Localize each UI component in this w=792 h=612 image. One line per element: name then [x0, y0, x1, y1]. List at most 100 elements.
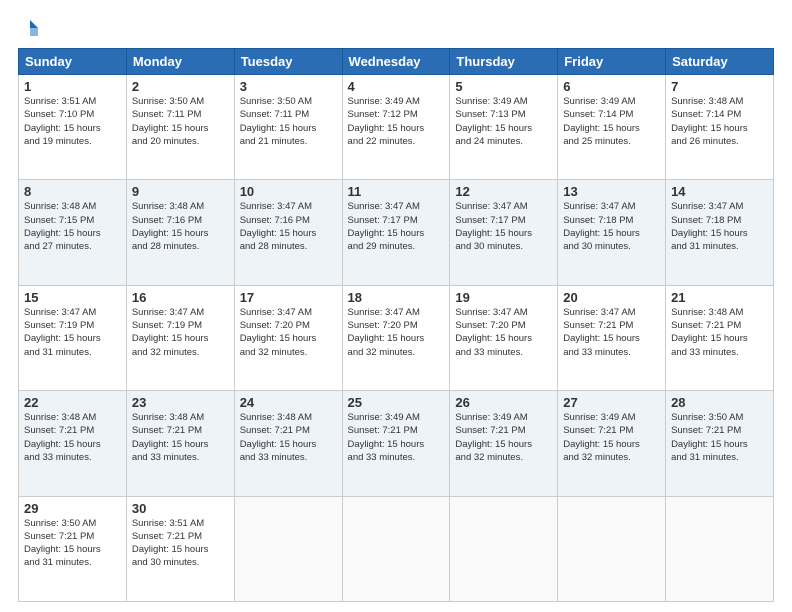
calendar-cell: 27Sunrise: 3:49 AM Sunset: 7:21 PM Dayli… [558, 391, 666, 496]
day-info: Sunrise: 3:47 AM Sunset: 7:19 PM Dayligh… [132, 306, 229, 359]
calendar-cell [558, 496, 666, 601]
day-number: 15 [24, 290, 121, 305]
calendar-cell: 29Sunrise: 3:50 AM Sunset: 7:21 PM Dayli… [19, 496, 127, 601]
calendar-cell: 5Sunrise: 3:49 AM Sunset: 7:13 PM Daylig… [450, 75, 558, 180]
week-row-3: 15Sunrise: 3:47 AM Sunset: 7:19 PM Dayli… [19, 285, 774, 390]
calendar-cell: 25Sunrise: 3:49 AM Sunset: 7:21 PM Dayli… [342, 391, 450, 496]
day-number: 10 [240, 184, 337, 199]
day-info: Sunrise: 3:47 AM Sunset: 7:19 PM Dayligh… [24, 306, 121, 359]
day-number: 27 [563, 395, 660, 410]
day-number: 11 [348, 184, 445, 199]
day-info: Sunrise: 3:49 AM Sunset: 7:13 PM Dayligh… [455, 95, 552, 148]
header-row: Sunday Monday Tuesday Wednesday Thursday… [19, 49, 774, 75]
day-info: Sunrise: 3:47 AM Sunset: 7:20 PM Dayligh… [348, 306, 445, 359]
calendar-cell: 22Sunrise: 3:48 AM Sunset: 7:21 PM Dayli… [19, 391, 127, 496]
day-info: Sunrise: 3:48 AM Sunset: 7:14 PM Dayligh… [671, 95, 768, 148]
day-info: Sunrise: 3:48 AM Sunset: 7:21 PM Dayligh… [671, 306, 768, 359]
day-info: Sunrise: 3:51 AM Sunset: 7:10 PM Dayligh… [24, 95, 121, 148]
day-info: Sunrise: 3:51 AM Sunset: 7:21 PM Dayligh… [132, 517, 229, 570]
day-number: 9 [132, 184, 229, 199]
calendar-cell: 30Sunrise: 3:51 AM Sunset: 7:21 PM Dayli… [126, 496, 234, 601]
calendar-cell: 2Sunrise: 3:50 AM Sunset: 7:11 PM Daylig… [126, 75, 234, 180]
day-number: 25 [348, 395, 445, 410]
day-info: Sunrise: 3:47 AM Sunset: 7:20 PM Dayligh… [240, 306, 337, 359]
day-number: 30 [132, 501, 229, 516]
col-monday: Monday [126, 49, 234, 75]
day-number: 13 [563, 184, 660, 199]
calendar-cell [342, 496, 450, 601]
day-number: 7 [671, 79, 768, 94]
day-info: Sunrise: 3:47 AM Sunset: 7:18 PM Dayligh… [671, 200, 768, 253]
calendar-cell: 19Sunrise: 3:47 AM Sunset: 7:20 PM Dayli… [450, 285, 558, 390]
calendar-cell: 28Sunrise: 3:50 AM Sunset: 7:21 PM Dayli… [666, 391, 774, 496]
day-info: Sunrise: 3:50 AM Sunset: 7:11 PM Dayligh… [132, 95, 229, 148]
day-info: Sunrise: 3:47 AM Sunset: 7:17 PM Dayligh… [455, 200, 552, 253]
calendar-cell [666, 496, 774, 601]
calendar-cell: 24Sunrise: 3:48 AM Sunset: 7:21 PM Dayli… [234, 391, 342, 496]
day-number: 12 [455, 184, 552, 199]
day-number: 16 [132, 290, 229, 305]
calendar-cell [450, 496, 558, 601]
day-info: Sunrise: 3:48 AM Sunset: 7:21 PM Dayligh… [240, 411, 337, 464]
calendar-cell: 26Sunrise: 3:49 AM Sunset: 7:21 PM Dayli… [450, 391, 558, 496]
day-number: 14 [671, 184, 768, 199]
day-info: Sunrise: 3:47 AM Sunset: 7:17 PM Dayligh… [348, 200, 445, 253]
day-number: 5 [455, 79, 552, 94]
calendar-cell [234, 496, 342, 601]
day-number: 17 [240, 290, 337, 305]
col-friday: Friday [558, 49, 666, 75]
calendar-cell: 1Sunrise: 3:51 AM Sunset: 7:10 PM Daylig… [19, 75, 127, 180]
calendar-cell: 23Sunrise: 3:48 AM Sunset: 7:21 PM Dayli… [126, 391, 234, 496]
day-number: 3 [240, 79, 337, 94]
day-info: Sunrise: 3:49 AM Sunset: 7:21 PM Dayligh… [455, 411, 552, 464]
header [18, 18, 774, 38]
calendar-cell: 10Sunrise: 3:47 AM Sunset: 7:16 PM Dayli… [234, 180, 342, 285]
calendar-cell: 11Sunrise: 3:47 AM Sunset: 7:17 PM Dayli… [342, 180, 450, 285]
day-number: 19 [455, 290, 552, 305]
day-number: 2 [132, 79, 229, 94]
calendar-cell: 18Sunrise: 3:47 AM Sunset: 7:20 PM Dayli… [342, 285, 450, 390]
day-info: Sunrise: 3:48 AM Sunset: 7:16 PM Dayligh… [132, 200, 229, 253]
day-info: Sunrise: 3:47 AM Sunset: 7:21 PM Dayligh… [563, 306, 660, 359]
col-sunday: Sunday [19, 49, 127, 75]
day-info: Sunrise: 3:48 AM Sunset: 7:21 PM Dayligh… [132, 411, 229, 464]
week-row-4: 22Sunrise: 3:48 AM Sunset: 7:21 PM Dayli… [19, 391, 774, 496]
day-info: Sunrise: 3:49 AM Sunset: 7:21 PM Dayligh… [348, 411, 445, 464]
col-thursday: Thursday [450, 49, 558, 75]
calendar-cell: 14Sunrise: 3:47 AM Sunset: 7:18 PM Dayli… [666, 180, 774, 285]
day-info: Sunrise: 3:47 AM Sunset: 7:20 PM Dayligh… [455, 306, 552, 359]
day-number: 6 [563, 79, 660, 94]
logo-icon [20, 18, 40, 38]
logo [18, 18, 40, 38]
calendar-cell: 21Sunrise: 3:48 AM Sunset: 7:21 PM Dayli… [666, 285, 774, 390]
calendar-cell: 16Sunrise: 3:47 AM Sunset: 7:19 PM Dayli… [126, 285, 234, 390]
day-info: Sunrise: 3:49 AM Sunset: 7:14 PM Dayligh… [563, 95, 660, 148]
day-info: Sunrise: 3:50 AM Sunset: 7:21 PM Dayligh… [671, 411, 768, 464]
calendar-cell: 3Sunrise: 3:50 AM Sunset: 7:11 PM Daylig… [234, 75, 342, 180]
day-number: 26 [455, 395, 552, 410]
day-number: 29 [24, 501, 121, 516]
col-wednesday: Wednesday [342, 49, 450, 75]
day-info: Sunrise: 3:48 AM Sunset: 7:15 PM Dayligh… [24, 200, 121, 253]
day-number: 1 [24, 79, 121, 94]
calendar-cell: 13Sunrise: 3:47 AM Sunset: 7:18 PM Dayli… [558, 180, 666, 285]
day-number: 8 [24, 184, 121, 199]
col-saturday: Saturday [666, 49, 774, 75]
day-number: 24 [240, 395, 337, 410]
calendar-cell: 12Sunrise: 3:47 AM Sunset: 7:17 PM Dayli… [450, 180, 558, 285]
calendar-cell: 7Sunrise: 3:48 AM Sunset: 7:14 PM Daylig… [666, 75, 774, 180]
calendar-cell: 8Sunrise: 3:48 AM Sunset: 7:15 PM Daylig… [19, 180, 127, 285]
day-number: 4 [348, 79, 445, 94]
calendar-cell: 20Sunrise: 3:47 AM Sunset: 7:21 PM Dayli… [558, 285, 666, 390]
day-info: Sunrise: 3:47 AM Sunset: 7:18 PM Dayligh… [563, 200, 660, 253]
calendar-cell: 15Sunrise: 3:47 AM Sunset: 7:19 PM Dayli… [19, 285, 127, 390]
day-info: Sunrise: 3:49 AM Sunset: 7:21 PM Dayligh… [563, 411, 660, 464]
day-info: Sunrise: 3:50 AM Sunset: 7:21 PM Dayligh… [24, 517, 121, 570]
calendar-cell: 4Sunrise: 3:49 AM Sunset: 7:12 PM Daylig… [342, 75, 450, 180]
col-tuesday: Tuesday [234, 49, 342, 75]
week-row-5: 29Sunrise: 3:50 AM Sunset: 7:21 PM Dayli… [19, 496, 774, 601]
day-info: Sunrise: 3:48 AM Sunset: 7:21 PM Dayligh… [24, 411, 121, 464]
day-number: 23 [132, 395, 229, 410]
day-number: 21 [671, 290, 768, 305]
day-number: 20 [563, 290, 660, 305]
